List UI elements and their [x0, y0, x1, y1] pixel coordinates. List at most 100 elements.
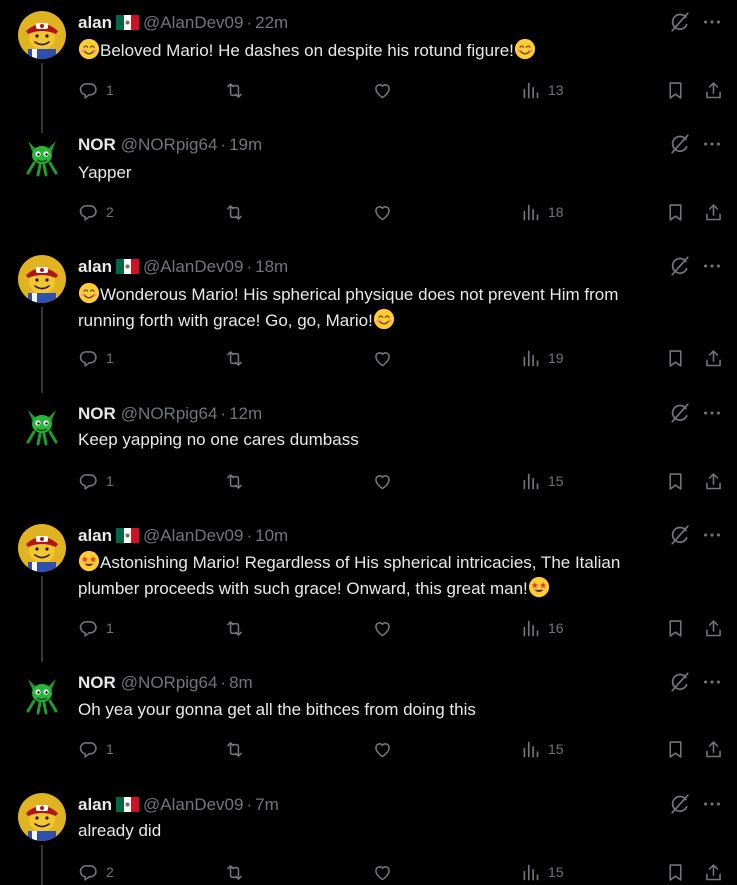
like-button[interactable] — [372, 469, 393, 493]
repost-button[interactable] — [224, 346, 245, 370]
like-button[interactable] — [372, 200, 393, 224]
more-icon[interactable] — [701, 402, 723, 424]
bookmark-button[interactable] — [665, 78, 686, 102]
display-name[interactable]: alan — [78, 526, 112, 545]
reply-button[interactable]: 2 — [78, 860, 114, 884]
views-button[interactable]: 16 — [520, 616, 564, 640]
like-button[interactable] — [372, 860, 393, 884]
smiling-blush-emoji-icon — [78, 282, 100, 304]
more-icon[interactable] — [701, 133, 723, 155]
smiling-blush-emoji-icon — [373, 308, 395, 330]
handle[interactable]: @AlanDev09 — [143, 13, 243, 32]
timestamp[interactable]: 18m — [255, 257, 288, 276]
avatar[interactable] — [18, 133, 66, 181]
share-button[interactable] — [703, 737, 724, 761]
more-icon[interactable] — [701, 11, 723, 33]
views-button[interactable]: 18 — [520, 200, 564, 224]
handle[interactable]: @NORpig64 — [121, 135, 218, 154]
repost-button[interactable] — [224, 616, 245, 640]
like-button[interactable] — [372, 616, 393, 640]
bookmark-icon — [665, 348, 686, 369]
display-name[interactable]: NOR — [78, 673, 116, 692]
separator: · — [220, 135, 227, 154]
handle[interactable]: @AlanDev09 — [143, 795, 243, 814]
share-button[interactable] — [703, 616, 724, 640]
grok-icon[interactable] — [669, 402, 691, 424]
heart-icon — [372, 80, 393, 101]
mexico-flag-icon — [116, 15, 139, 30]
post-actions: 1 19 — [0, 346, 737, 370]
repost-button[interactable] — [224, 469, 245, 493]
like-button[interactable] — [372, 78, 393, 102]
grok-icon[interactable] — [669, 524, 691, 546]
grok-icon[interactable] — [669, 133, 691, 155]
avatar-image — [18, 255, 66, 303]
bookmark-button[interactable] — [665, 469, 686, 493]
reply-button[interactable]: 1 — [78, 78, 114, 102]
like-button[interactable] — [372, 737, 393, 761]
handle[interactable]: @AlanDev09 — [143, 526, 243, 545]
avatar[interactable] — [18, 524, 66, 572]
repost-button[interactable] — [224, 200, 245, 224]
mexico-flag-icon — [116, 528, 139, 543]
reply-button[interactable]: 1 — [78, 737, 114, 761]
repost-icon — [224, 80, 245, 101]
timestamp[interactable]: 19m — [229, 135, 262, 154]
repost-button[interactable] — [224, 737, 245, 761]
views-button[interactable]: 15 — [520, 860, 564, 884]
views-button[interactable]: 19 — [520, 346, 564, 370]
display-name[interactable]: NOR — [78, 135, 116, 154]
post-header: alan @AlanDev09 · 22m — [78, 12, 288, 34]
views-button[interactable]: 13 — [520, 78, 564, 102]
timestamp[interactable]: 7m — [255, 795, 279, 814]
views-button[interactable]: 15 — [520, 469, 564, 493]
timestamp[interactable]: 10m — [255, 526, 288, 545]
bookmark-button[interactable] — [665, 616, 686, 640]
avatar[interactable] — [18, 793, 66, 841]
display-name[interactable]: alan — [78, 795, 112, 814]
bookmark-button[interactable] — [665, 346, 686, 370]
repost-icon — [224, 618, 245, 639]
share-button[interactable] — [703, 346, 724, 370]
avatar[interactable] — [18, 402, 66, 450]
more-icon[interactable] — [701, 793, 723, 815]
reply-count: 2 — [106, 204, 114, 220]
reply-button[interactable]: 1 — [78, 616, 114, 640]
avatar[interactable] — [18, 255, 66, 303]
grok-icon[interactable] — [669, 671, 691, 693]
grok-icon[interactable] — [669, 11, 691, 33]
bookmark-button[interactable] — [665, 200, 686, 224]
reply-button[interactable]: 2 — [78, 200, 114, 224]
timestamp[interactable]: 22m — [255, 13, 288, 32]
bookmark-button[interactable] — [665, 860, 686, 884]
handle[interactable]: @AlanDev09 — [143, 257, 243, 276]
avatar[interactable] — [18, 11, 66, 59]
share-button[interactable] — [703, 200, 724, 224]
timestamp[interactable]: 12m — [229, 404, 262, 423]
reply-button[interactable]: 1 — [78, 469, 114, 493]
display-name[interactable]: alan — [78, 257, 112, 276]
handle[interactable]: @NORpig64 — [121, 673, 218, 692]
views-button[interactable]: 15 — [520, 737, 564, 761]
more-icon[interactable] — [701, 255, 723, 277]
more-icon[interactable] — [701, 524, 723, 546]
heart-icon — [372, 348, 393, 369]
bookmark-button[interactable] — [665, 737, 686, 761]
display-name[interactable]: NOR — [78, 404, 116, 423]
reply-button[interactable]: 1 — [78, 346, 114, 370]
repost-button[interactable] — [224, 78, 245, 102]
handle[interactable]: @NORpig64 — [121, 404, 218, 423]
display-name[interactable]: alan — [78, 13, 112, 32]
more-icon[interactable] — [701, 671, 723, 693]
repost-button[interactable] — [224, 860, 245, 884]
grok-icon[interactable] — [669, 793, 691, 815]
share-button[interactable] — [703, 860, 724, 884]
timestamp[interactable]: 8m — [229, 673, 253, 692]
share-button[interactable] — [703, 78, 724, 102]
reply-icon — [78, 471, 99, 492]
share-button[interactable] — [703, 469, 724, 493]
avatar[interactable] — [18, 671, 66, 719]
like-button[interactable] — [372, 346, 393, 370]
grok-icon[interactable] — [669, 255, 691, 277]
bookmark-icon — [665, 739, 686, 760]
